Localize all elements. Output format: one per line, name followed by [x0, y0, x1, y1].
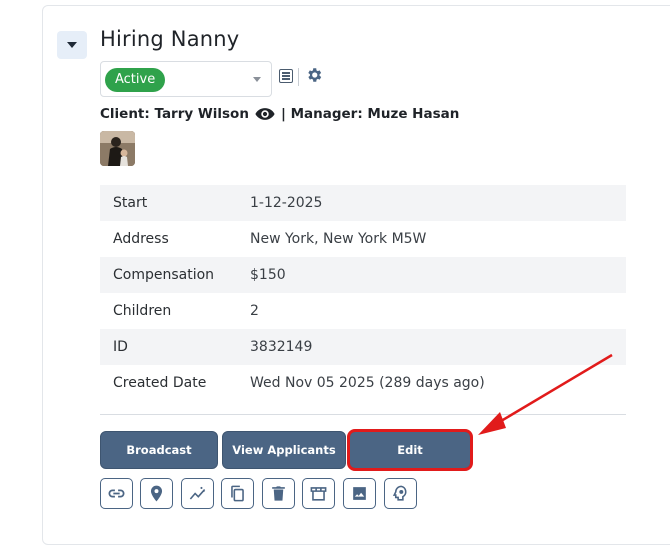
detail-value: 3832149 [250, 339, 313, 355]
detail-label: ID [113, 339, 128, 355]
table-row: Children 2 [100, 293, 626, 329]
status-select[interactable]: Active [100, 61, 272, 97]
details-table: Start 1-12-2025 Address New York, New York… [100, 185, 626, 401]
eye-icon[interactable] [255, 107, 275, 121]
view-applicants-button[interactable]: View Applicants [222, 431, 346, 469]
image-icon [353, 487, 366, 500]
detail-value: Wed Nov 05 2025 (289 days ago) [250, 375, 485, 391]
divider [298, 68, 299, 86]
detail-label: Children [113, 303, 172, 319]
detail-label: Compensation [113, 267, 215, 283]
edit-button[interactable]: Edit [347, 429, 473, 471]
link-icon [108, 489, 125, 498]
insights-button[interactable] [181, 478, 214, 509]
table-row: Address New York, New York M5W [100, 221, 626, 257]
table-row: Start 1-12-2025 [100, 185, 626, 221]
detail-value: New York, New York M5W [250, 231, 427, 247]
collapse-toggle[interactable] [57, 31, 87, 59]
delete-button[interactable] [262, 478, 295, 509]
trash-icon [272, 486, 285, 501]
table-row: Compensation $150 [100, 257, 626, 293]
status-badge: Active [105, 68, 166, 92]
chevron-down-icon [253, 77, 261, 82]
broadcast-button[interactable]: Broadcast [100, 431, 218, 469]
location-pin-icon [150, 485, 163, 502]
manager-label: | Manager: Muze Hasan [280, 106, 460, 122]
list-view-icon[interactable] [279, 69, 293, 83]
client-label: Client: Tarry Wilson [100, 106, 249, 122]
store-button[interactable] [302, 478, 335, 509]
table-row: Created Date Wed Nov 05 2025 (289 days ag… [100, 365, 626, 401]
idea-button[interactable] [384, 478, 417, 509]
avatar[interactable] [100, 131, 135, 166]
trend-icon [189, 486, 206, 500]
copy-icon [231, 485, 244, 502]
store-icon [310, 487, 327, 501]
table-row: ID 3832149 [100, 329, 626, 365]
caret-down-icon [67, 42, 77, 48]
job-card: Hiring Nanny Active Client: Tarry Wilson… [42, 5, 670, 545]
avatar-photo [100, 131, 135, 166]
link-button[interactable] [100, 478, 133, 509]
copy-button[interactable] [221, 478, 254, 509]
detail-value: 2 [250, 303, 259, 319]
lightbulb-head-icon [392, 485, 407, 501]
gear-icon[interactable] [305, 66, 323, 84]
detail-value: $150 [250, 267, 286, 283]
client-manager-line: Client: Tarry Wilson | Manager: Muze Has… [100, 106, 459, 122]
detail-label: Address [113, 231, 169, 247]
job-title: Hiring Nanny [100, 27, 240, 51]
section-divider [100, 414, 626, 415]
detail-value: 1-12-2025 [250, 195, 323, 211]
image-button[interactable] [343, 478, 376, 509]
detail-label: Start [113, 195, 148, 211]
detail-label: Created Date [113, 375, 207, 391]
location-button[interactable] [140, 478, 173, 509]
